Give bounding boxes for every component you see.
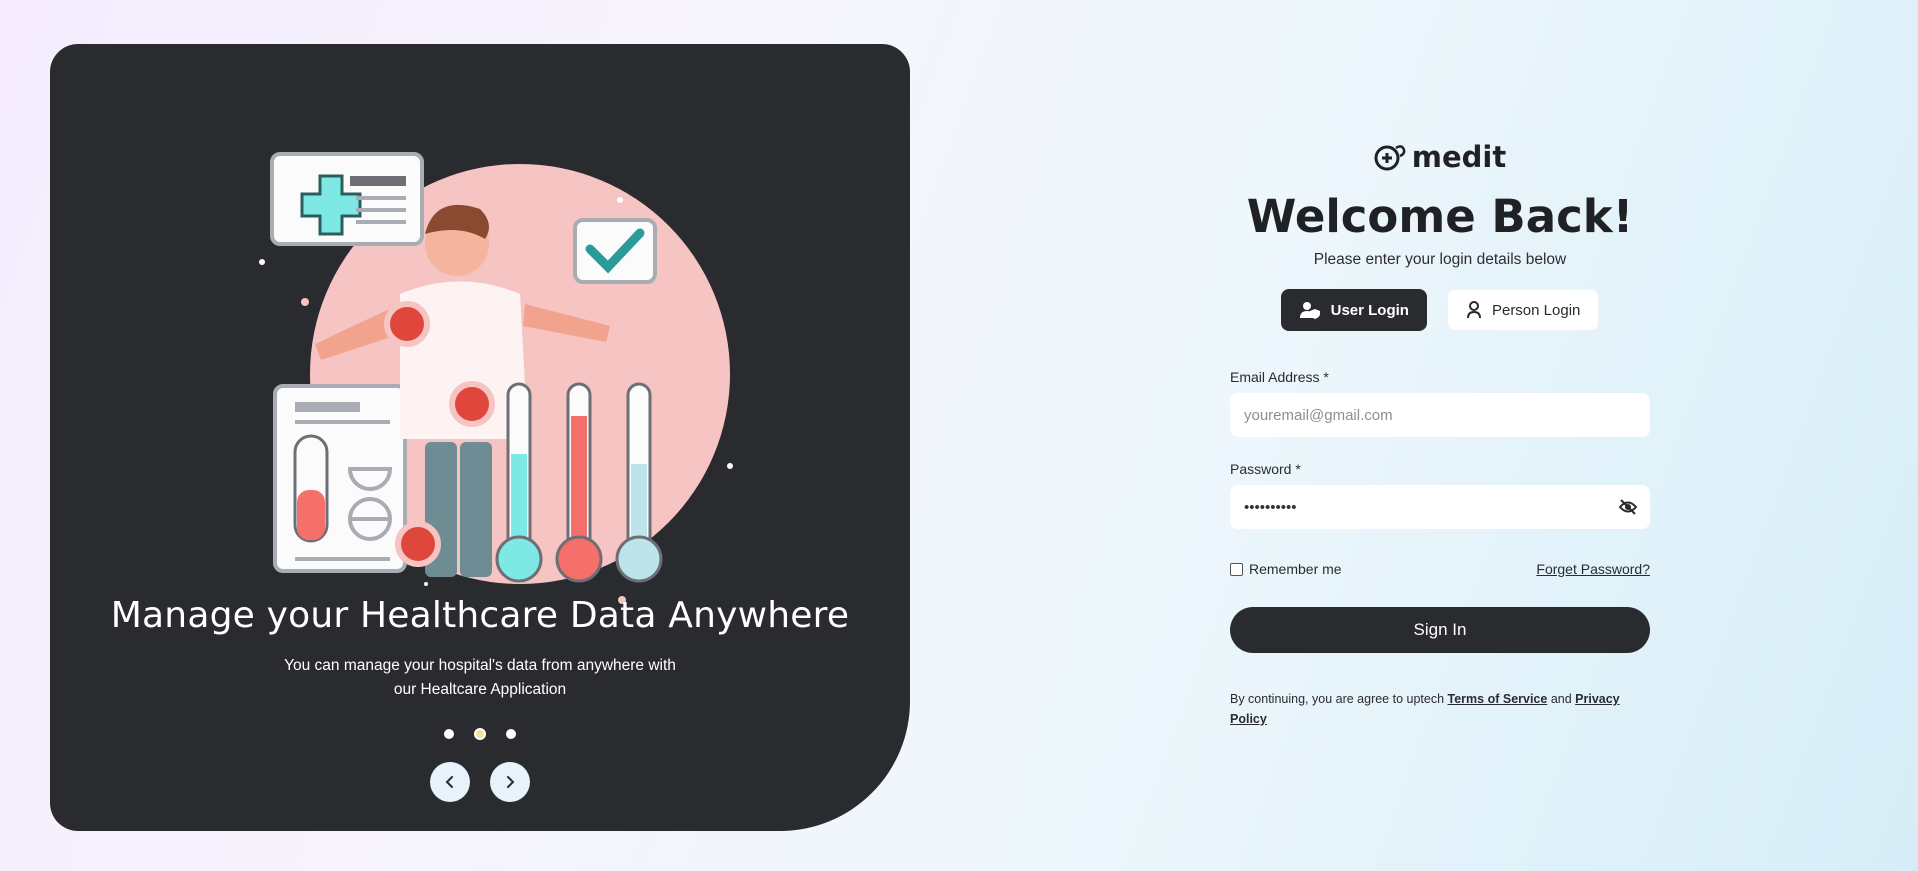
- promo-subtitle-line-2: our Healtcare Application: [393, 681, 567, 698]
- user-shield-icon: [1299, 302, 1320, 319]
- promo-panel: Manage your Healthcare Data Anywhere You…: [50, 44, 910, 831]
- brand-logo: medit: [1230, 138, 1650, 176]
- carousel-dot-1[interactable]: [444, 729, 454, 739]
- email-input[interactable]: [1244, 406, 1636, 424]
- tab-user-login-label: User Login: [1330, 301, 1409, 319]
- chevron-left-icon: [445, 776, 453, 788]
- carousel-controls: [50, 762, 910, 802]
- password-required-mark: *: [1295, 461, 1301, 477]
- email-label: Email Address *: [1230, 369, 1650, 385]
- tab-user-login[interactable]: User Login: [1280, 289, 1427, 331]
- password-label-text: Password: [1230, 461, 1292, 477]
- sign-in-button[interactable]: Sign In: [1230, 607, 1650, 653]
- page-title: Welcome Back!: [1246, 190, 1634, 243]
- form-options-row: Remember me Forget Password?: [1230, 561, 1650, 577]
- carousel-dot-2-active[interactable]: [474, 728, 486, 740]
- password-input[interactable]: [1244, 498, 1636, 516]
- promo-title: Manage your Healthcare Data Anywhere: [110, 595, 850, 636]
- login-form: medit Welcome Back! Please enter your lo…: [1230, 138, 1650, 729]
- terms-of-service-link[interactable]: Terms of Service: [1448, 692, 1548, 706]
- chevron-right-icon: [507, 776, 515, 788]
- remember-me[interactable]: Remember me: [1230, 561, 1342, 577]
- promo-subtitle: You can manage your hospital's data from…: [50, 654, 910, 702]
- terms-and: and: [1547, 692, 1576, 706]
- terms-text: By continuing, you are agree to uptech T…: [1230, 689, 1650, 729]
- remember-me-label: Remember me: [1249, 561, 1342, 577]
- healthcare-illustration: [259, 152, 733, 604]
- tab-person-login-label: Person Login: [1491, 301, 1581, 319]
- remember-me-checkbox[interactable]: [1230, 562, 1243, 576]
- tab-person-login[interactable]: Person Login: [1446, 289, 1600, 331]
- email-label-text: Email Address: [1230, 369, 1320, 385]
- carousel-next-button[interactable]: [490, 762, 530, 802]
- carousel-dot-3[interactable]: [506, 729, 516, 739]
- page-subtitle: Please enter your login details below: [1313, 251, 1567, 268]
- carousel-dots: [50, 728, 910, 740]
- stethoscope-plus-icon: [1374, 145, 1406, 171]
- terms-prefix: By continuing, you are agree to uptech: [1230, 692, 1448, 706]
- carousel-prev-button[interactable]: [430, 762, 470, 802]
- person-icon: [1466, 301, 1481, 319]
- brand-name: medit: [1411, 140, 1507, 174]
- password-field[interactable]: [1230, 485, 1650, 529]
- email-field[interactable]: [1230, 393, 1650, 437]
- login-type-tabs: User Login Person Login: [1230, 289, 1650, 331]
- promo-subtitle-line-1: You can manage your hospital's data from…: [284, 657, 676, 674]
- password-label: Password *: [1230, 461, 1650, 477]
- eye-off-icon[interactable]: [1618, 497, 1638, 517]
- forgot-password-link[interactable]: Forget Password?: [1536, 561, 1650, 577]
- email-required-mark: *: [1323, 369, 1329, 385]
